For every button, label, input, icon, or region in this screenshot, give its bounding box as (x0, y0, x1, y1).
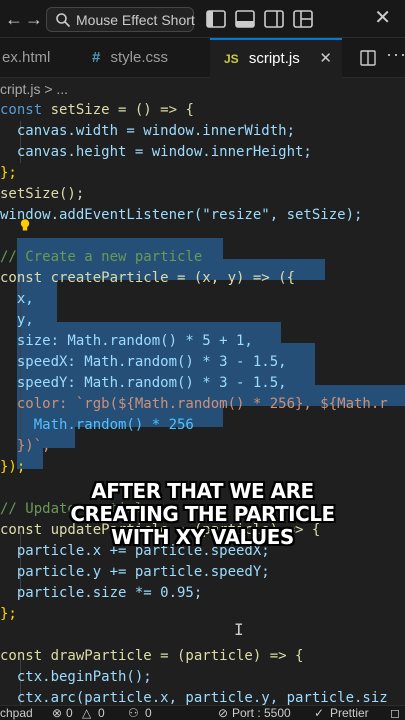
code-text: ctx.arc(particle.x, particle.y, particle… (0, 690, 388, 705)
close-icon[interactable]: ✕ (374, 8, 391, 28)
tab-index-html[interactable]: ex.html (0, 38, 68, 78)
toggle-sidebar-icon[interactable] (206, 10, 226, 28)
ports-count[interactable]: 0 (145, 706, 152, 720)
prettier-check-icon[interactable]: ✓ (314, 706, 324, 720)
back-arrow-icon[interactable]: ← (4, 9, 24, 29)
tab-script-js[interactable]: JS script.js ✕ (210, 38, 342, 78)
code-editor[interactable]: const setSize = () => { canvas.width = w… (0, 100, 405, 705)
code-line: ctx.beginPath(); (0, 667, 405, 688)
code-line: particle.size *= 0.95; (0, 583, 405, 604)
caption-line: CREATING THE PARTICLE (70, 502, 335, 526)
tab-label: style.css (110, 49, 169, 66)
code-line: ctx.arc(particle.x, particle.y, particle… (0, 688, 405, 705)
code-line: }; (0, 604, 405, 625)
code-line: window.addEventListener("resize", setSiz… (0, 205, 405, 226)
caption-line: WITH XY VALUES (111, 525, 294, 549)
status-left-item[interactable]: chpad (0, 706, 33, 720)
css-file-icon: # (92, 49, 101, 66)
code-line: const setSize = () => { (0, 102, 194, 118)
code-text: }); (0, 459, 26, 475)
code-line: canvas.height = window.innerHeight; (0, 142, 405, 163)
tab-style-css[interactable]: # style.css (80, 38, 190, 78)
code-line: size: Math.random() * 5 + 1, (0, 331, 405, 352)
js-file-icon: JS (224, 52, 239, 66)
tab-label: ex.html (2, 49, 51, 66)
port-icon[interactable]: ⊘ (218, 706, 228, 720)
code-text: canvas.width = window.innerWidth; (0, 123, 296, 139)
error-count[interactable]: 0 (66, 706, 73, 720)
customize-layout-icon[interactable] (293, 10, 313, 28)
search-label: Mouse Effect Short (76, 12, 195, 28)
breadcrumb[interactable]: cript.js > ... (0, 78, 405, 100)
code-line: // Create a new particle (0, 247, 405, 268)
code-text: size: Math.random() * 5 + 1, (0, 333, 253, 349)
code-line: particle.y += particle.speedY; (0, 562, 405, 583)
code-text: const drawParticle = (particle) => { (0, 648, 304, 664)
title-bar: ← → Mouse Effect Short ✕ (0, 0, 405, 38)
code-line: x, (0, 289, 405, 310)
command-center-search[interactable]: Mouse Effect Short (46, 7, 195, 32)
error-icon[interactable]: ⊗ (52, 706, 62, 720)
port-label[interactable]: Port : 5500 (232, 706, 291, 720)
code-text: }; (0, 606, 17, 622)
code-text: speedY: Math.random() * 3 - 1.5, (0, 375, 287, 391)
code-line: canvas.width = window.innerWidth; (0, 121, 405, 142)
code-text: setSize(); (0, 186, 85, 202)
code-line: color: `rgb(${Math.random() * 256}, ${Ma… (0, 394, 405, 415)
editor-tab-bar: ex.html # style.css JS script.js ✕ ··· (0, 38, 405, 78)
status-bar: chpad ⊗ 0 △ 0 ⚇ 0 ⊘ Port : 5500 ✓ Pretti… (0, 705, 405, 720)
code-text: // Create a new particle (0, 249, 203, 265)
code-text: setSize = () => { (50, 102, 194, 118)
code-line: }); (0, 457, 405, 478)
code-text: x, (0, 291, 34, 307)
code-line: })`, (0, 436, 405, 457)
search-icon (56, 13, 71, 28)
code-line: Math.random() * 256 (0, 415, 405, 436)
forward-arrow-icon[interactable]: → (24, 9, 44, 29)
ports-icon[interactable]: ⚇ (128, 706, 139, 720)
notification-icon[interactable]: ◻ (390, 706, 400, 720)
code-line: speedY: Math.random() * 3 - 1.5, (0, 373, 405, 394)
caption-line: AFTER THAT WE ARE (91, 479, 314, 503)
code-text: canvas.height = window.innerHeight; (0, 144, 312, 160)
code-line: speedX: Math.random() * 3 - 1.5, (0, 352, 405, 373)
code-text: })`, (0, 438, 51, 454)
tab-label: script.js (248, 50, 300, 67)
code-line: const drawParticle = (particle) => { (0, 646, 405, 667)
warning-count[interactable]: 0 (98, 706, 105, 720)
code-text: color: `rgb(${Math.random() * 256}, ${Ma… (0, 396, 388, 412)
split-editor-icon[interactable] (360, 50, 376, 66)
code-line: }; (0, 163, 405, 184)
code-text: window.addEventListener("resize", setSiz… (0, 207, 363, 223)
close-tab-icon[interactable]: ✕ (319, 40, 332, 77)
code-text: }; (0, 165, 17, 181)
prettier-label[interactable]: Prettier (330, 706, 369, 720)
code-text: y, (0, 312, 34, 328)
code-text: particle.y += particle.speedY; (0, 564, 270, 580)
code-text: ctx.beginPath(); (0, 669, 152, 685)
code-line: const createParticle = (x, y) => ({ (0, 268, 405, 289)
code-text: const createParticle = (x, y) => ({ (0, 270, 296, 286)
text-cursor-icon: I (234, 620, 244, 639)
toggle-panel-icon[interactable] (235, 10, 255, 28)
more-actions-icon[interactable]: ··· (386, 44, 405, 65)
video-caption: AFTER THAT WE ARE CREATING THE PARTICLE … (0, 480, 405, 549)
code-text: particle.size *= 0.95; (0, 585, 203, 601)
warning-icon[interactable]: △ (82, 706, 91, 720)
code-line: setSize(); (0, 184, 405, 205)
code-line: y, (0, 310, 405, 331)
code-text: Math.random() * 256 (0, 417, 194, 433)
toggle-secondary-sidebar-icon[interactable] (264, 10, 284, 28)
code-text: speedX: Math.random() * 3 - 1.5, (0, 354, 287, 370)
